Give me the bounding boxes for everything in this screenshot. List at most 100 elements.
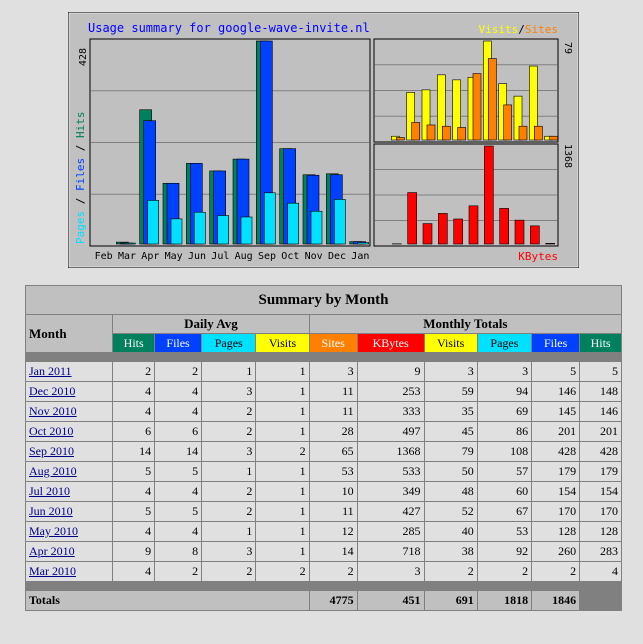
sites-cell: 2 bbox=[309, 562, 357, 581]
month-link[interactable]: Mar 2010 bbox=[29, 564, 76, 578]
month-link[interactable]: Jan 2011 bbox=[29, 364, 72, 378]
visits-cell: 38 bbox=[424, 542, 477, 561]
bar-pages-oct bbox=[287, 202, 299, 245]
x-label-apr: Apr bbox=[141, 251, 159, 262]
kbytes-cell: 3 bbox=[357, 562, 424, 581]
monthly-visits-header: Visits bbox=[424, 334, 477, 352]
month-link[interactable]: Aug 2010 bbox=[29, 464, 77, 478]
bar-kbytes-dec bbox=[530, 225, 540, 245]
month-link[interactable]: Jul 2010 bbox=[29, 484, 70, 498]
x-label-jul: Jul bbox=[211, 251, 229, 262]
daily-pages-header: Pages bbox=[202, 334, 256, 352]
kbytes-cell: 349 bbox=[357, 482, 424, 501]
files-cell: 128 bbox=[532, 522, 580, 541]
month-cell: Mar 2010 bbox=[26, 562, 113, 581]
daily-visits-cell: 1 bbox=[256, 422, 309, 441]
month-cell: Jul 2010 bbox=[26, 482, 113, 501]
month-cell: Jan 2011 bbox=[26, 362, 113, 381]
visits-cell: 2 bbox=[424, 562, 477, 581]
table-row: Jan 2011 2 2 1 1 3 9 3 3 5 5 bbox=[26, 362, 621, 381]
files-cell: 170 bbox=[532, 502, 580, 521]
bar-sites-apr bbox=[411, 122, 420, 141]
sites-cell: 10 bbox=[309, 482, 357, 501]
hits-cell: 128 bbox=[580, 522, 621, 541]
daily-hits-cell: 4 bbox=[113, 382, 155, 401]
bar-kbytes-apr bbox=[407, 192, 417, 245]
daily-hits-cell: 9 bbox=[113, 542, 155, 561]
month-link[interactable]: Dec 2010 bbox=[29, 384, 75, 398]
legend-kbytes: KBytes bbox=[518, 250, 558, 263]
bar-sites-mar bbox=[396, 137, 405, 141]
files-cell: 179 bbox=[532, 462, 580, 481]
month-cell: Nov 2010 bbox=[26, 402, 113, 421]
daily-pages-cell: 3 bbox=[202, 442, 256, 461]
total-files: 1818 bbox=[477, 591, 532, 610]
bar-pages-aug bbox=[240, 216, 253, 245]
total-kbytes: 4775 bbox=[309, 591, 357, 610]
left-ymax-label: 428 bbox=[78, 48, 89, 66]
month-link[interactable]: May 2010 bbox=[29, 524, 78, 538]
visits-cell: 59 bbox=[424, 382, 477, 401]
monthly-files-header: Files bbox=[532, 334, 580, 352]
x-label-nov: Nov bbox=[305, 251, 323, 262]
table-row: Apr 2010 9 8 3 1 14 718 38 92 260 283 bbox=[26, 542, 621, 561]
hits-cell: 154 bbox=[580, 482, 621, 501]
bar-sites-jan bbox=[549, 135, 558, 141]
bar-kbytes-aug bbox=[468, 205, 479, 245]
table-row: Nov 2010 4 4 2 1 11 333 35 69 145 146 bbox=[26, 402, 621, 421]
daily-files-cell: 8 bbox=[155, 542, 202, 561]
hits-cell: 4 bbox=[580, 562, 621, 581]
summary-by-month-table: Summary by Month Month Daily Avg Monthly… bbox=[25, 285, 622, 611]
month-link[interactable]: Apr 2010 bbox=[29, 544, 75, 558]
daily-files-cell: 6 bbox=[155, 422, 202, 441]
daily-hits-header: Hits bbox=[113, 334, 155, 352]
month-cell: Apr 2010 bbox=[26, 542, 113, 561]
legend-pages: Pages bbox=[74, 211, 87, 244]
month-link[interactable]: Oct 2010 bbox=[29, 424, 73, 438]
bar-kbytes-may bbox=[422, 223, 433, 245]
files-cell: 428 bbox=[532, 442, 580, 461]
daily-files-header: Files bbox=[155, 334, 202, 352]
hits-cell: 428 bbox=[580, 442, 621, 461]
pages-cell: 60 bbox=[477, 482, 532, 501]
pages-cell: 108 bbox=[477, 442, 532, 461]
month-link[interactable]: Sep 2010 bbox=[29, 444, 74, 458]
daily-hits-cell: 6 bbox=[113, 422, 155, 441]
sites-cell: 12 bbox=[309, 522, 357, 541]
kbytes-cell: 1368 bbox=[357, 442, 424, 461]
pages-cell: 92 bbox=[477, 542, 532, 561]
daily-pages-cell: 3 bbox=[202, 382, 256, 401]
table-title: Summary by Month bbox=[26, 286, 621, 314]
bar-sites-oct bbox=[503, 104, 512, 141]
chart-title: Usage summary for google-wave-invite.nl bbox=[88, 21, 370, 35]
bar-kbytes-oct bbox=[499, 208, 509, 245]
kbytes-cell: 533 bbox=[357, 462, 424, 481]
pages-cell: 86 bbox=[477, 422, 532, 441]
month-cell: Sep 2010 bbox=[26, 442, 113, 461]
table-row: Sep 2010 14 14 3 2 65 1368 79 108 428 428 bbox=[26, 442, 621, 461]
bar-pages-mar bbox=[124, 242, 136, 245]
bar-kbytes-nov bbox=[514, 219, 525, 245]
month-link[interactable]: Nov 2010 bbox=[29, 404, 77, 418]
month-link[interactable]: Jun 2010 bbox=[29, 504, 73, 518]
daily-visits-cell: 1 bbox=[256, 482, 309, 501]
tr-ymax-label: 79 bbox=[562, 42, 573, 54]
daily-visits-cell: 1 bbox=[256, 382, 309, 401]
hits-cell: 5 bbox=[580, 362, 621, 381]
bar-sites-nov bbox=[518, 125, 528, 141]
daily-pages-cell: 2 bbox=[202, 422, 256, 441]
month-column-header: Month bbox=[26, 315, 113, 352]
hits-cell: 201 bbox=[580, 422, 621, 441]
daily-hits-cell: 4 bbox=[113, 562, 155, 581]
daily-files-cell: 4 bbox=[155, 382, 202, 401]
visits-cell: 45 bbox=[424, 422, 477, 441]
table-row: May 2010 4 4 1 1 12 285 40 53 128 128 bbox=[26, 522, 621, 541]
pages-cell: 94 bbox=[477, 382, 532, 401]
daily-visits-cell: 1 bbox=[256, 462, 309, 481]
visits-cell: 79 bbox=[424, 442, 477, 461]
month-cell: Oct 2010 bbox=[26, 422, 113, 441]
bar-pages-dec bbox=[334, 199, 346, 245]
table-row: Aug 2010 5 5 1 1 53 533 50 57 179 179 bbox=[26, 462, 621, 481]
monthly-pages-header: Pages bbox=[477, 334, 532, 352]
pages-cell: 57 bbox=[477, 462, 532, 481]
